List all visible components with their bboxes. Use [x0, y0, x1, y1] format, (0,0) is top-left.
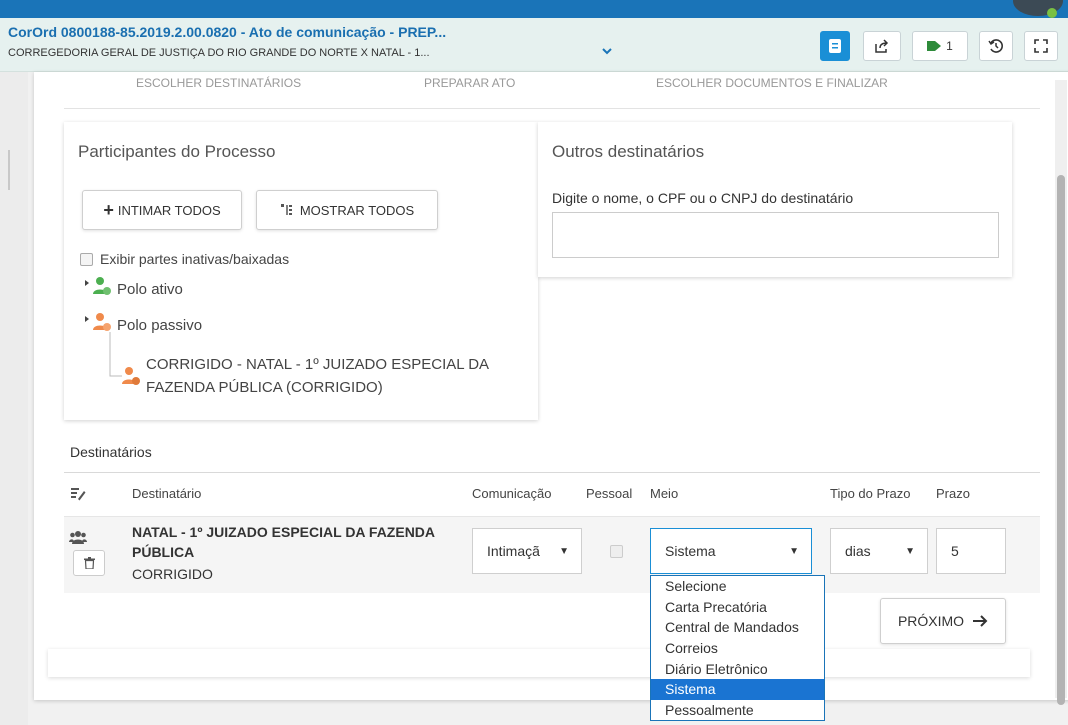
wizard-steps: ESCOLHER DESTINATÁRIOS PREPARAR ATO ESCO… [64, 72, 1040, 109]
caret-right-icon[interactable] [84, 280, 90, 286]
intimar-todos-button[interactable]: + INTIMAR TODOS [82, 190, 242, 230]
tag-count: 1 [946, 39, 953, 53]
left-divider [8, 150, 10, 190]
option-correios[interactable]: Correios [651, 638, 824, 659]
option-diario-eletronico[interactable]: Diário Eletrônico [651, 659, 824, 680]
step-prepare-act[interactable]: PREPARAR ATO [424, 76, 515, 90]
deadline-type-select[interactable]: dias ▼ [830, 528, 928, 574]
tree-icon [280, 204, 292, 215]
next-label: PRÓXIMO [897, 613, 965, 629]
history-icon [988, 39, 1003, 53]
col-tipo-prazo: Tipo do Prazo [830, 486, 911, 501]
option-carta-precatoria[interactable]: Carta Precatória [651, 597, 824, 618]
recipients-title: Destinatários [70, 444, 152, 460]
online-status-dot [1047, 8, 1057, 18]
fullscreen-button[interactable] [1024, 31, 1058, 61]
group-icon [69, 531, 87, 544]
tags-button[interactable]: 1 [912, 31, 968, 61]
mostrar-todos-button[interactable]: MOSTRAR TODOS [256, 190, 438, 230]
means-select[interactable]: Sistema ▼ [650, 528, 812, 574]
trash-icon [83, 557, 95, 569]
participants-card: Participantes do Processo + INTIMAR TODO… [64, 122, 538, 420]
top-strip [0, 0, 1068, 18]
party-name-line2[interactable]: FAZENDA PÚBLICA (CORRIGIDO) [146, 379, 383, 396]
share-icon [875, 39, 889, 53]
col-destinatario: Destinatário [132, 486, 202, 501]
active-pole-label[interactable]: Polo ativo [117, 281, 183, 298]
select-arrow-icon: ▼ [789, 546, 799, 557]
recipient-role: CORRIGIDO [132, 566, 213, 582]
means-dropdown-list[interactable]: Selecione Carta Precatória Central de Ma… [650, 575, 825, 721]
option-pessoalmente[interactable]: Pessoalmente [651, 700, 824, 721]
share-button[interactable] [863, 31, 901, 61]
delete-recipient-button[interactable] [73, 550, 105, 576]
recipient-search-input[interactable] [552, 212, 999, 258]
col-meio: Meio [650, 486, 679, 501]
document-icon [829, 39, 841, 53]
active-pole-icon [93, 277, 111, 295]
col-prazo: Prazo [936, 486, 970, 501]
option-selecione[interactable]: Selecione [651, 576, 824, 597]
process-parties: CORREGEDORIA GERAL DE JUSTIÇA DO RIO GRA… [8, 47, 430, 59]
edit-list-icon [71, 488, 86, 501]
other-recipients-title: Outros destinatários [552, 142, 705, 161]
table-top-border [64, 472, 1040, 473]
history-button[interactable] [979, 31, 1013, 61]
select-arrow-icon: ▼ [905, 546, 915, 557]
tree-connector [109, 332, 122, 377]
next-button[interactable]: PRÓXIMO [880, 598, 1006, 644]
process-title: CorOrd 0800188-85.2019.2.00.0820 - Ato d… [8, 24, 447, 40]
passive-pole-icon [93, 313, 111, 331]
party-name-line1[interactable]: CORRIGIDO - NATAL - 1º JUIZADO ESPECIAL … [146, 356, 489, 373]
col-comunicacao: Comunicação [472, 486, 552, 501]
option-central-mandados[interactable]: Central de Mandados [651, 617, 824, 638]
chevron-down-icon[interactable] [600, 44, 614, 58]
communication-value: Intimaçã [487, 543, 540, 559]
other-recipients-card: Outros destinatários Digite o nome, o CP… [538, 122, 1012, 277]
fullscreen-icon [1034, 39, 1048, 53]
arrow-right-icon [973, 615, 988, 627]
deadline-type-value: dias [845, 543, 871, 559]
step-choose-documents[interactable]: ESCOLHER DOCUMENTOS E FINALIZAR [656, 76, 888, 90]
tag-icon [927, 41, 942, 51]
recipient-name-line2: PÚBLICA [132, 544, 195, 560]
party-icon [122, 367, 140, 385]
means-value: Sistema [665, 543, 716, 559]
deadline-value: 5 [951, 543, 959, 559]
intimar-todos-label: INTIMAR TODOS [117, 202, 221, 218]
personal-checkbox[interactable] [610, 545, 623, 558]
deadline-input[interactable]: 5 [936, 528, 1006, 574]
recipient-name-line1: NATAL - 1º JUIZADO ESPECIAL DA FAZENDA [132, 524, 436, 540]
participants-title: Participantes do Processo [78, 142, 276, 161]
caret-right-icon[interactable] [84, 316, 90, 322]
step-choose-recipients[interactable]: ESCOLHER DESTINATÁRIOS [136, 76, 301, 90]
recipient-search-label: Digite o nome, o CPF ou o CNPJ do destin… [552, 190, 854, 206]
show-inactive-checkbox[interactable] [80, 253, 93, 266]
left-gutter [0, 72, 28, 725]
process-header: CorOrd 0800188-85.2019.2.00.0820 - Ato d… [0, 18, 1068, 72]
scrollbar-thumb[interactable] [1057, 175, 1065, 705]
option-sistema[interactable]: Sistema [651, 679, 824, 701]
footer-bar [48, 649, 1030, 677]
show-inactive-label: Exibir partes inativas/baixadas [100, 251, 290, 267]
select-arrow-icon: ▼ [559, 546, 569, 557]
mostrar-todos-label: MOSTRAR TODOS [299, 202, 415, 218]
document-button[interactable] [820, 31, 850, 61]
communication-select[interactable]: Intimaçã ▼ [472, 528, 582, 574]
passive-pole-label[interactable]: Polo passivo [117, 317, 202, 334]
col-pessoal: Pessoal [586, 486, 633, 501]
communication-panel: ESCOLHER DESTINATÁRIOS PREPARAR ATO ESCO… [34, 72, 1068, 700]
plus-icon: + [103, 200, 114, 220]
